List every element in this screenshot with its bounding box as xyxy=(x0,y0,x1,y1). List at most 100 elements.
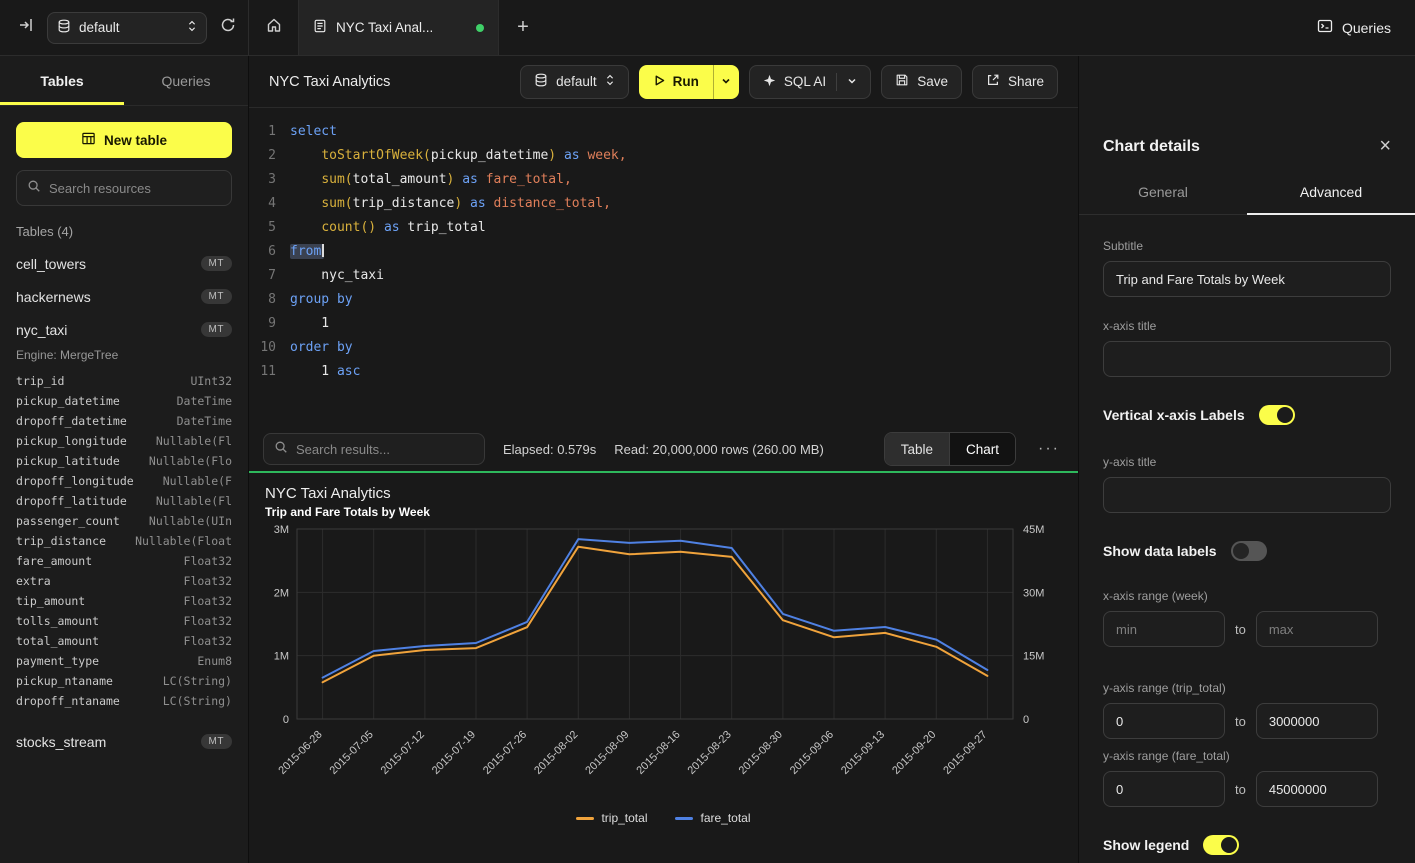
table-column-row: fare_amountFloat32 xyxy=(0,551,248,571)
new-table-label: New table xyxy=(104,133,167,148)
subtitle-field-label: Subtitle xyxy=(1103,239,1391,253)
queries-button[interactable]: Queries xyxy=(1317,18,1391,37)
to-label: to xyxy=(1235,714,1246,729)
table-item-nyc-taxi[interactable]: nyc_taxi MT xyxy=(0,313,248,346)
line-number: 9 xyxy=(249,312,276,336)
yaxis-range-trip-min-input[interactable] xyxy=(1103,703,1225,739)
table-item-hackernews[interactable]: hackernews MT xyxy=(0,280,248,313)
new-table-button[interactable]: New table xyxy=(16,122,232,158)
topbar-left: default xyxy=(0,0,249,55)
column-type: Nullable(UIn xyxy=(149,514,232,528)
table-column-row: pickup_datetimeDateTime xyxy=(0,391,248,411)
xaxis-range-label: x-axis range (week) xyxy=(1103,589,1391,603)
refresh-icon xyxy=(220,17,236,38)
show-legend-row: Show legend xyxy=(1103,835,1391,855)
tab-general[interactable]: General xyxy=(1079,172,1247,214)
share-label: Share xyxy=(1008,74,1044,89)
yaxis-range-fare-max-input[interactable] xyxy=(1256,771,1378,807)
legend-item-fare_total[interactable]: fare_total xyxy=(675,811,750,825)
collapse-sidebar-icon xyxy=(18,17,34,38)
table-column-row: tip_amountFloat32 xyxy=(0,591,248,611)
table-column-row: extraFloat32 xyxy=(0,571,248,591)
tab-nyc-taxi-analytics[interactable]: NYC Taxi Anal... xyxy=(299,0,499,55)
save-button[interactable]: Save xyxy=(881,65,962,99)
sql-ai-button[interactable]: SQL AI xyxy=(749,65,871,99)
query-header: NYC Taxi Analytics default xyxy=(249,56,1078,108)
collapse-sidebar-button[interactable] xyxy=(18,17,34,38)
search-resources-input[interactable] xyxy=(49,181,225,196)
xaxis-range-max-input[interactable] xyxy=(1256,611,1378,647)
chevron-down-icon xyxy=(721,73,731,91)
chart-panel: NYC Taxi Analytics Trip and Fare Totals … xyxy=(249,471,1078,863)
code-line: 4 sum(trip_distance) as distance_total, xyxy=(249,192,1078,216)
column-type: LC(String) xyxy=(163,674,232,688)
header-actions: default Run xyxy=(520,65,1058,99)
legend-label: fare_total xyxy=(700,811,750,825)
table-name: hackernews xyxy=(16,289,91,305)
column-type: Float32 xyxy=(184,554,232,568)
chevron-down-icon xyxy=(847,74,857,89)
line-number: 4 xyxy=(249,192,276,216)
show-legend-label: Show legend xyxy=(1103,837,1189,853)
line-number: 3 xyxy=(249,168,276,192)
yaxis-range-fare-min-input[interactable] xyxy=(1103,771,1225,807)
home-tab[interactable] xyxy=(249,0,299,55)
sidebar-search-box xyxy=(16,170,232,206)
to-label: to xyxy=(1235,622,1246,637)
sidebar-tab-queries-label: Queries xyxy=(161,73,210,89)
code-line: 3 sum(total_amount) as fare_total, xyxy=(249,168,1078,192)
database-selector[interactable]: default xyxy=(47,12,207,44)
page-title: NYC Taxi Analytics xyxy=(269,74,390,90)
table-item-stocks-stream[interactable]: stocks_stream MT xyxy=(0,725,248,758)
table-name: cell_towers xyxy=(16,256,86,272)
vertical-xaxis-labels-row: Vertical x-axis Labels xyxy=(1103,405,1391,425)
table-item-cell-towers[interactable]: cell_towers MT xyxy=(0,247,248,280)
line-number: 7 xyxy=(249,264,276,288)
yaxis-title-field-label: y-axis title xyxy=(1103,455,1391,469)
xaxis-range-min-input[interactable] xyxy=(1103,611,1225,647)
sidebar-tab-tables[interactable]: Tables xyxy=(0,56,124,105)
subtitle-input[interactable] xyxy=(1103,261,1391,297)
sidebar-tab-queries[interactable]: Queries xyxy=(124,56,248,105)
table-name: nyc_taxi xyxy=(16,322,67,338)
show-data-labels-row: Show data labels xyxy=(1103,541,1391,561)
line-number: 5 xyxy=(249,216,276,240)
yaxis-range-trip-max-input[interactable] xyxy=(1256,703,1378,739)
sql-editor[interactable]: 1select2 toStartOfWeek(pickup_datetime) … xyxy=(249,108,1078,427)
column-name: trip_distance xyxy=(16,534,106,548)
search-results-input[interactable] xyxy=(296,442,474,457)
column-name: total_amount xyxy=(16,634,99,648)
legend-item-trip_total[interactable]: trip_total xyxy=(576,811,647,825)
show-data-labels-toggle[interactable] xyxy=(1231,541,1267,561)
code-line: 1select xyxy=(249,120,1078,144)
home-icon xyxy=(266,17,282,38)
column-name: extra xyxy=(16,574,51,588)
sidebar-tab-tables-label: Tables xyxy=(40,73,83,89)
engine-badge: MT xyxy=(201,322,232,337)
tab-strip: NYC Taxi Anal... + xyxy=(249,0,547,55)
vertical-xaxis-labels-toggle[interactable] xyxy=(1259,405,1295,425)
close-chart-details-button[interactable]: × xyxy=(1379,136,1391,156)
run-database-selector[interactable]: default xyxy=(520,65,629,99)
table-column-row: total_amountFloat32 xyxy=(0,631,248,651)
body-row: Tables Queries New table Tables (4) xyxy=(0,56,1415,863)
xaxis-title-input[interactable] xyxy=(1103,341,1391,377)
run-button[interactable]: Run xyxy=(639,65,713,99)
refresh-button[interactable] xyxy=(220,17,236,38)
svg-text:2015-07-19: 2015-07-19 xyxy=(430,729,478,777)
share-button[interactable]: Share xyxy=(972,65,1058,99)
run-label: Run xyxy=(673,74,699,89)
column-name: trip_id xyxy=(16,374,64,388)
view-table-button[interactable]: Table xyxy=(885,433,949,465)
show-legend-toggle[interactable] xyxy=(1203,835,1239,855)
code-line: 7 nyc_taxi xyxy=(249,264,1078,288)
sparkle-icon xyxy=(763,74,776,90)
view-chart-button[interactable]: Chart xyxy=(949,433,1015,465)
new-tab-button[interactable]: + xyxy=(499,0,547,55)
chart-details-panel: Chart details × General Advanced Subtitl… xyxy=(1078,56,1415,863)
run-options-button[interactable] xyxy=(713,65,739,99)
more-options-button[interactable]: ··· xyxy=(1034,440,1064,458)
yaxis-title-input[interactable] xyxy=(1103,477,1391,513)
tab-advanced[interactable]: Advanced xyxy=(1247,172,1415,214)
table-grid-icon xyxy=(81,131,96,149)
